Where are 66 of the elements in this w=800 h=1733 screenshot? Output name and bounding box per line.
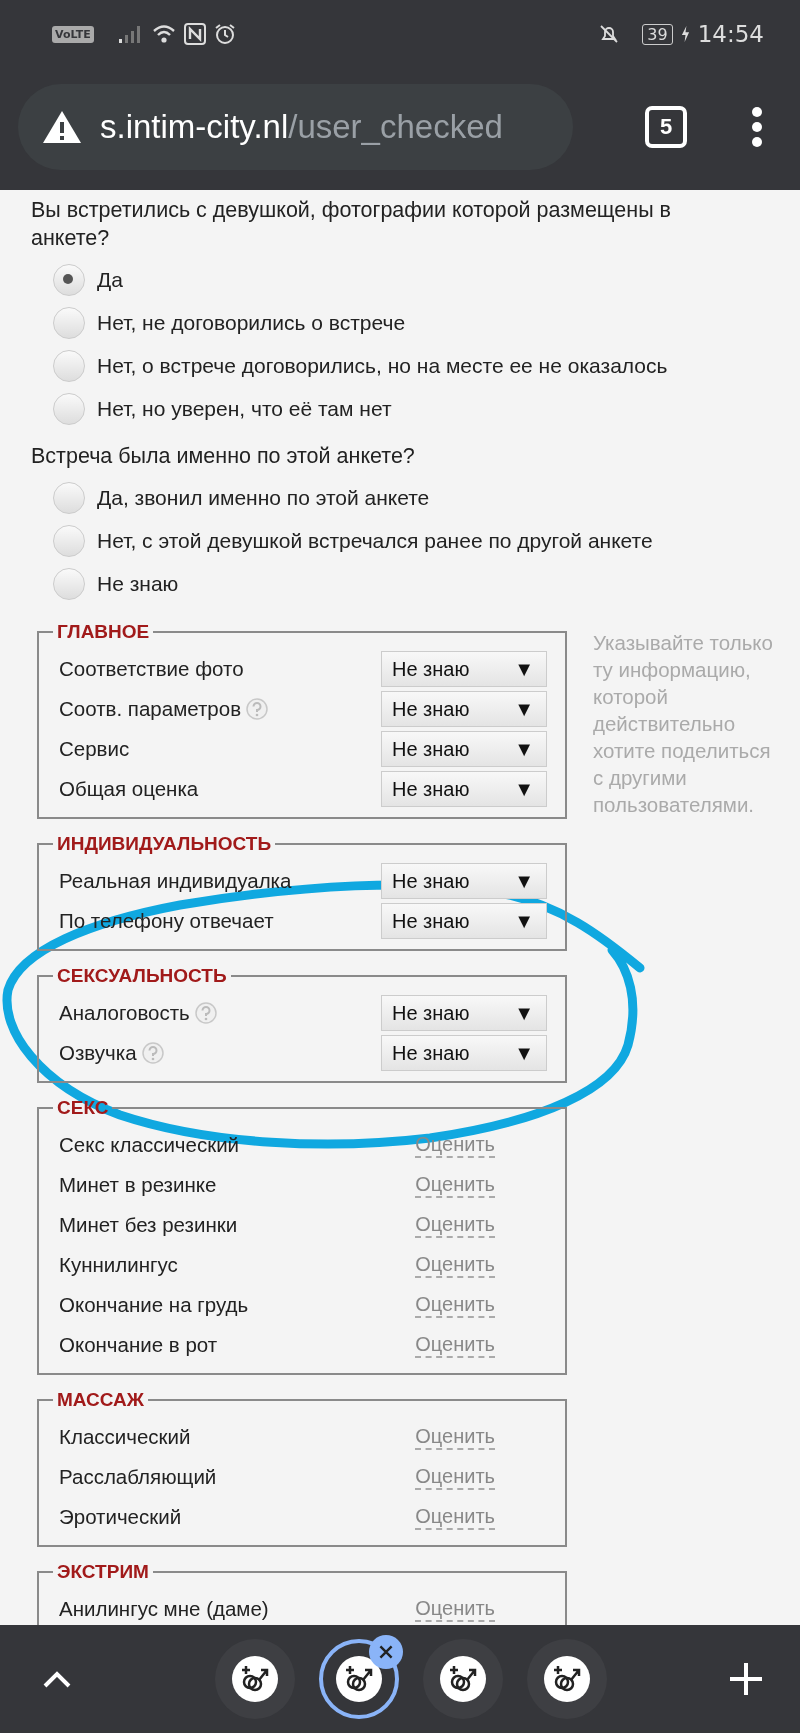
field-label: Минет без резинки bbox=[59, 1213, 238, 1237]
tab-count-button[interactable]: 5 bbox=[645, 106, 687, 148]
warning-icon bbox=[42, 110, 82, 144]
radio-button[interactable] bbox=[53, 392, 85, 425]
charging-icon bbox=[680, 25, 690, 43]
dropdown[interactable]: Не знаю ▼ bbox=[381, 651, 547, 687]
page-url: s.intim-city.nl/user_checked bbox=[100, 108, 503, 146]
field-label: Окончание в рот bbox=[59, 1333, 218, 1357]
address-bar[interactable]: s.intim-city.nl/user_checked bbox=[18, 84, 573, 170]
close-icon[interactable] bbox=[369, 1635, 403, 1669]
field-label: Секс классический bbox=[59, 1133, 240, 1157]
new-tab-icon[interactable] bbox=[730, 1663, 762, 1695]
gender-symbol-icon bbox=[240, 1664, 270, 1694]
question-text: Встреча была именно по этой анкете? bbox=[31, 443, 416, 470]
field-label: Минет в резинке bbox=[59, 1173, 217, 1197]
option-label: Нет, но уверен, что её там нет bbox=[97, 396, 392, 421]
radio-button[interactable] bbox=[53, 306, 85, 339]
dropdown[interactable]: Не знаю ▼ bbox=[381, 903, 547, 939]
radio-button[interactable] bbox=[53, 481, 85, 514]
more-options-icon[interactable] bbox=[751, 107, 763, 147]
section-title: МАССАЖ bbox=[56, 1389, 145, 1411]
field-label: Классический bbox=[59, 1425, 191, 1449]
option-label: Да, звонил именно по этой анкете bbox=[97, 485, 430, 510]
wifi-icon bbox=[151, 24, 176, 44]
option-label: Да bbox=[97, 267, 123, 292]
field-label: Реальная индивидуалка bbox=[59, 869, 292, 893]
dropdown[interactable]: Не знаю ▼ bbox=[381, 731, 547, 767]
field-label: Анилингус мне (даме) bbox=[59, 1597, 269, 1621]
battery-level: 39 bbox=[642, 23, 673, 45]
section-title: ГЛАВНОЕ bbox=[56, 621, 151, 643]
clock-time: 14:54 bbox=[697, 21, 764, 47]
option-label: Нет, о встрече договорились, но на месте ее не оказалось bbox=[97, 353, 668, 378]
field-label: Куннилингус bbox=[59, 1253, 178, 1277]
radio-button[interactable] bbox=[53, 524, 85, 557]
section-title: СЕКСУАЛЬНОСТЬ bbox=[56, 965, 228, 987]
nfc-icon bbox=[183, 23, 206, 45]
radio-button[interactable] bbox=[53, 567, 85, 600]
volte-badge: VoLTE bbox=[52, 25, 94, 43]
radio-button[interactable] bbox=[53, 349, 85, 382]
dropdown[interactable]: Не знаю ▼ bbox=[381, 995, 547, 1031]
field-label: Эротический bbox=[59, 1505, 182, 1529]
field-label: Сервис bbox=[59, 737, 130, 761]
field-label: Окончание на грудь bbox=[59, 1293, 249, 1317]
gender-symbol-icon bbox=[344, 1664, 374, 1694]
section-title: ЭКСТРИМ bbox=[56, 1561, 150, 1583]
option-label: Нет, не договорились о встрече bbox=[97, 310, 406, 335]
chevron-up-icon[interactable] bbox=[42, 1670, 72, 1688]
gender-symbol-icon bbox=[448, 1664, 478, 1694]
option-label: Не знаю bbox=[97, 571, 179, 596]
hint-text: Указывайте только ту информацию, которой действительно хотите поделиться с другими пользователями. bbox=[593, 630, 774, 818]
field-label: Расслабляющий bbox=[59, 1465, 217, 1489]
field-label: Общая оценка bbox=[59, 777, 199, 801]
question-text: Вы встретились с девушкой, фотографии которой размещены в анкете? bbox=[31, 197, 672, 252]
field-label: Соотв. параметров bbox=[59, 697, 242, 721]
option-label: Нет, с этой девушкой встречался ранее по другой анкете bbox=[97, 528, 653, 553]
dropdown[interactable]: Не знаю ▼ bbox=[381, 771, 547, 807]
field-label: Аналоговость bbox=[59, 1001, 190, 1025]
section-title: ИНДИВИДУАЛЬНОСТЬ bbox=[56, 833, 273, 855]
radio-button[interactable] bbox=[53, 263, 85, 296]
dropdown[interactable]: Не знаю ▼ bbox=[381, 691, 547, 727]
alarm-icon bbox=[213, 23, 236, 45]
field-label: Соответствие фото bbox=[59, 657, 244, 681]
dropdown[interactable]: Не знаю ▼ bbox=[381, 863, 547, 899]
gender-symbol-icon bbox=[552, 1664, 582, 1694]
field-label: Озвучка bbox=[59, 1041, 137, 1065]
dropdown[interactable]: Не знаю ▼ bbox=[381, 1035, 547, 1071]
